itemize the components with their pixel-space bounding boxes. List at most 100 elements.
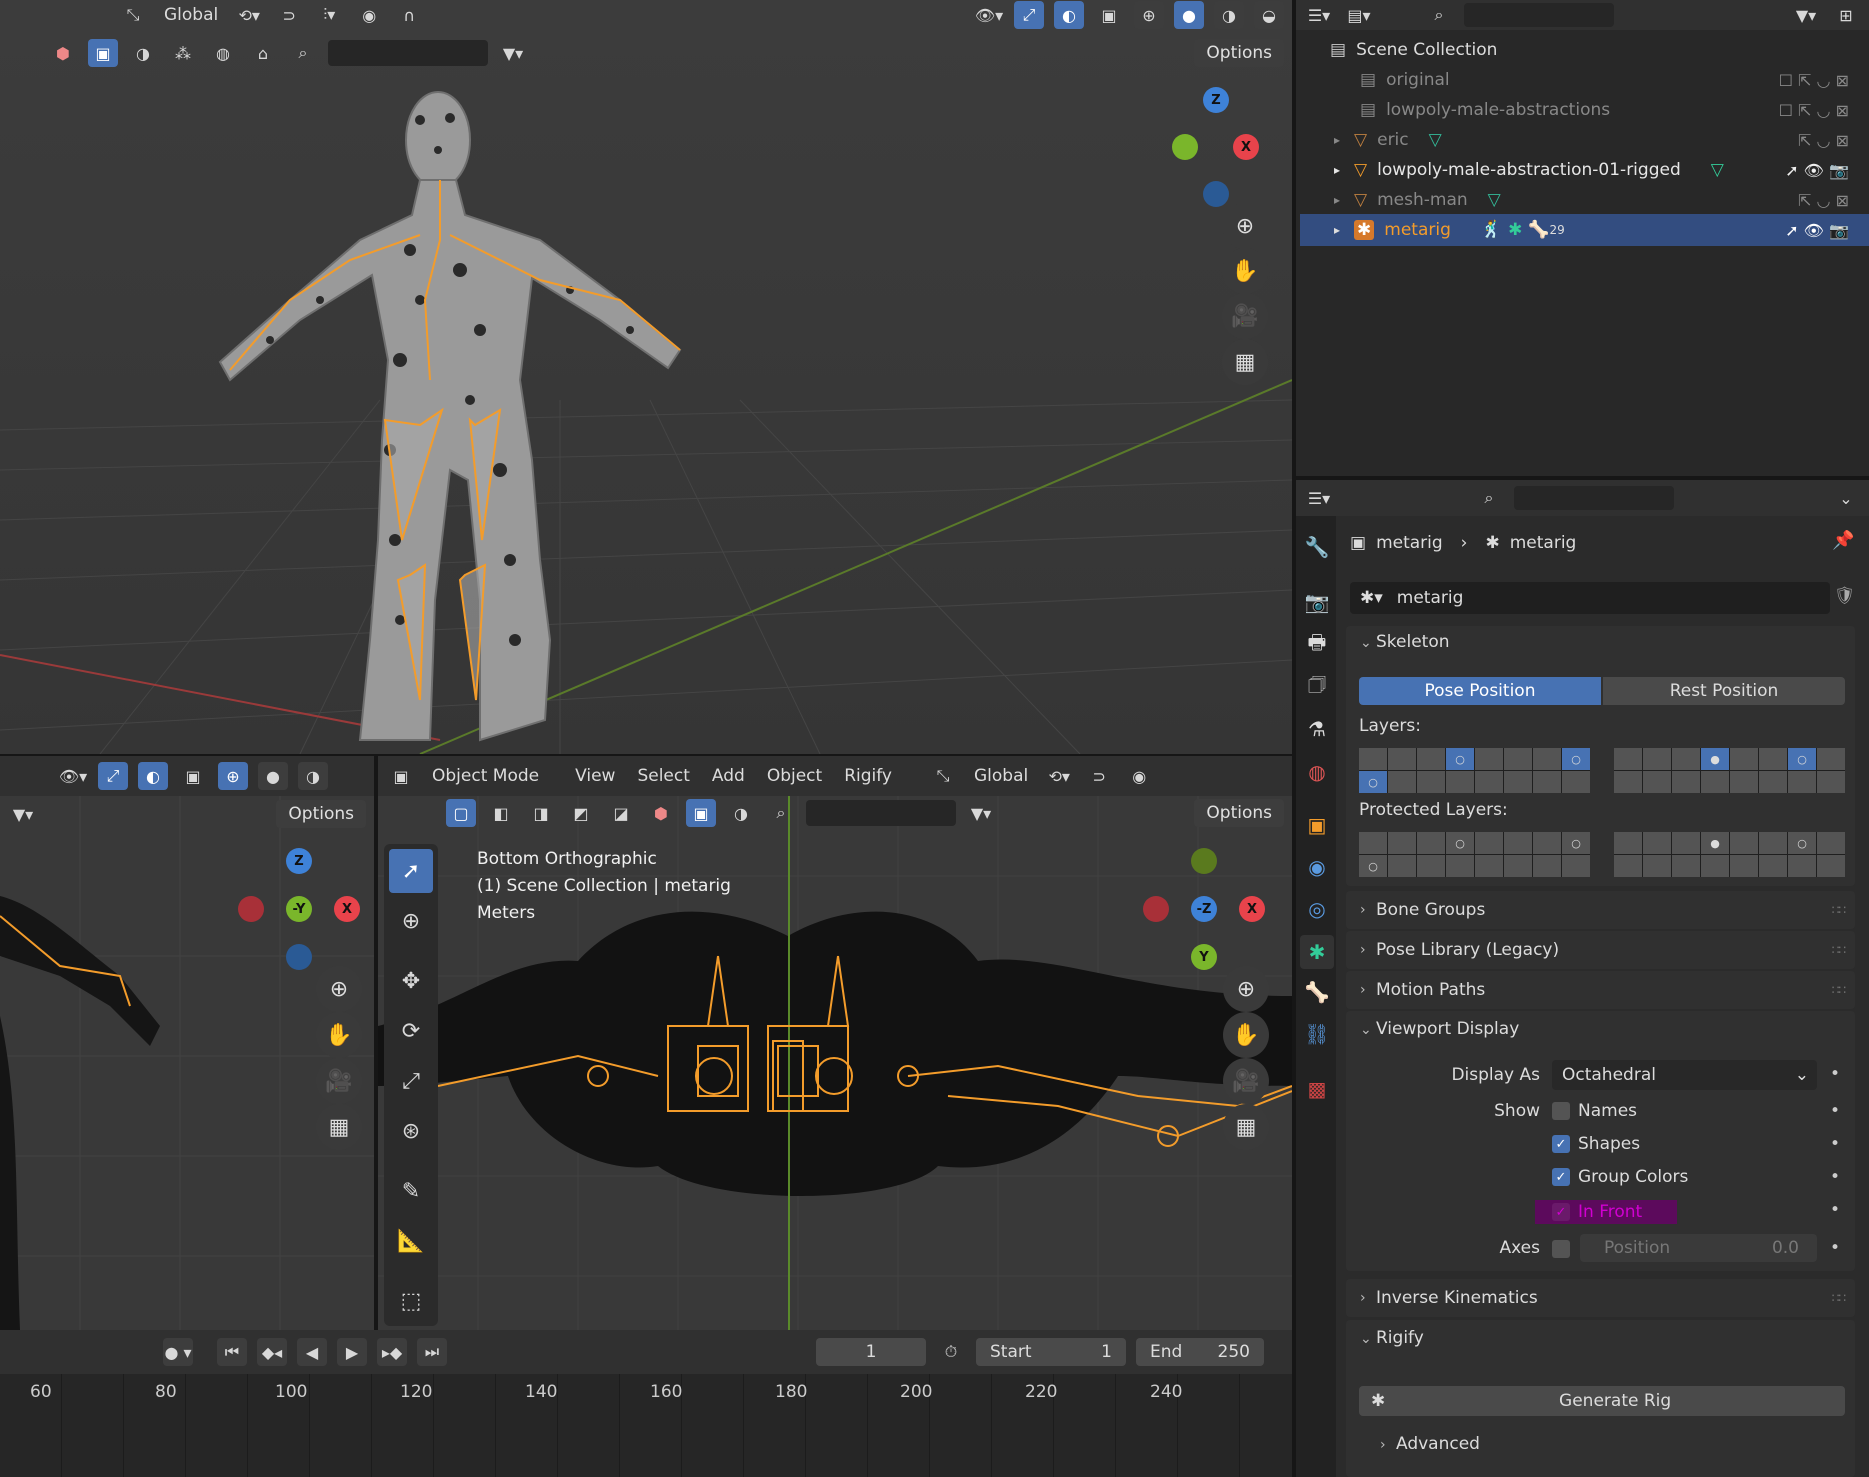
names-checkbox[interactable]: Names [1552, 1101, 1637, 1121]
editor-type-icon[interactable]: ⬢ [48, 39, 78, 67]
outliner-filter-icon[interactable]: ▼▾ [1791, 1, 1821, 29]
shading-material-icon[interactable]: ◑ [1214, 1, 1244, 29]
axes-checkbox[interactable] [1552, 1240, 1570, 1258]
left-filter-icon[interactable]: ▼▾ [8, 800, 38, 828]
move-tool-icon[interactable]: ✥ [389, 959, 433, 1003]
search-input[interactable] [328, 40, 488, 66]
left-options-dropdown[interactable]: Options [276, 800, 366, 828]
axis-y-ball[interactable] [1172, 134, 1198, 160]
bottom-pivot-icon[interactable]: ⟲▾ [1044, 762, 1074, 790]
viewport-display-header[interactable]: ⌄ Viewport Display [1360, 1019, 1519, 1039]
bone-tab-icon[interactable]: 🦴 [1300, 975, 1334, 1009]
rigify-header[interactable]: ⌄ Rigify [1360, 1328, 1424, 1348]
keyframe-dot-icon[interactable]: • [1830, 1134, 1840, 1154]
group-colors-checkbox[interactable]: ✓ Group Colors [1552, 1167, 1688, 1187]
world-icon[interactable]: ◍ [208, 39, 238, 67]
measure-tool-icon[interactable]: 📐 [389, 1219, 433, 1263]
left-zoom-icon[interactable]: ⊕ [316, 966, 362, 1012]
bottom-axis-neg-z[interactable]: -Z [1191, 896, 1217, 922]
row-toggles[interactable]: ⇱ ◡ ⊠ [1798, 131, 1849, 150]
left-overlay-icon[interactable]: ◐ [138, 762, 168, 790]
left-axis-z[interactable]: Z [286, 848, 312, 874]
gizmo-toggle-icon[interactable]: ⤢ [1014, 1, 1044, 29]
rest-position-button[interactable]: Rest Position [1603, 677, 1845, 705]
bottom-select-box-icon[interactable]: ▣ [686, 799, 716, 827]
stopwatch-icon[interactable]: ⏱ [936, 1338, 966, 1366]
layers-grid-left[interactable]: ○ ○ ○ [1359, 748, 1590, 793]
search-icon[interactable]: ⌕ [288, 39, 318, 67]
select-mode-set-icon[interactable]: ▢ [446, 799, 476, 827]
outliner-row-eric[interactable]: ▸ ▽ eric ▽ ⇱ ◡ ⊠ [1300, 125, 1869, 155]
pin-icon[interactable]: 📌 [1832, 530, 1854, 551]
shapes-checkbox[interactable]: ✓ Shapes [1552, 1134, 1640, 1154]
row-toggles[interactable]: ➚ 👁 📷 [1785, 221, 1849, 240]
outliner-search-icon[interactable]: ⌕ [1424, 1, 1454, 29]
left-shading-wire-icon[interactable]: ⊕ [218, 762, 248, 790]
texture-tab-icon[interactable]: ▩ [1300, 1072, 1334, 1106]
check-icon[interactable]: ✓ [1552, 1135, 1570, 1153]
bottom-search-input[interactable] [806, 800, 956, 826]
shading-rendered-icon[interactable]: ◒ [1254, 1, 1284, 29]
xray-icon[interactable]: ▣ [1094, 1, 1124, 29]
left-xray-icon[interactable]: ▣ [178, 762, 208, 790]
select-tool-icon[interactable]: ➚ [389, 849, 433, 893]
check-icon[interactable]: ✓ [1552, 1203, 1570, 1221]
jump-end-icon[interactable]: ⏭ [417, 1338, 447, 1366]
generate-rig-button[interactable]: ✱ Generate Rig [1359, 1386, 1845, 1416]
select-mode-invert-icon[interactable]: ◩ [566, 799, 596, 827]
outliner-row-lowpoly-abstractions[interactable]: ▤ lowpoly-male-abstractions ☐ ⇱ ◡ ⊠ [1300, 95, 1869, 125]
datablock-selector[interactable]: ✱▾ metarig [1350, 582, 1830, 614]
inverse-kinematics-panel[interactable]: › Inverse Kinematics ∷∷ [1346, 1279, 1855, 1317]
pan-hand-icon[interactable]: ✋ [1222, 248, 1268, 294]
properties-dropdown-icon[interactable]: ⌄ [1831, 484, 1861, 512]
check-icon[interactable]: ✓ [1552, 1168, 1570, 1186]
scene-collection-row[interactable]: ▤ Scene Collection [1300, 35, 1869, 65]
shading-solid-icon[interactable]: ● [1174, 1, 1204, 29]
scale-tool-icon[interactable]: ⤢ [389, 1059, 433, 1103]
outliner-row-original[interactable]: ▤ original ☐ ⇱ ◡ ⊠ [1300, 65, 1869, 95]
display-as-dropdown[interactable]: Octahedral ⌄ [1552, 1060, 1817, 1090]
pivot-icon[interactable]: ⟲▾ [234, 1, 264, 29]
menu-view[interactable]: View [569, 766, 621, 786]
bone-constraint-tab-icon[interactable]: ⛓ [1300, 1017, 1334, 1051]
modifier-tab-icon[interactable]: ◉ [1300, 850, 1334, 884]
axis-x-ball[interactable]: X [1233, 134, 1259, 160]
texture-icon[interactable]: ⁂ [168, 39, 198, 67]
scene-tab-icon[interactable]: ⚗ [1300, 712, 1334, 746]
record-icon[interactable]: ● ▾ [163, 1338, 193, 1366]
row-toggles[interactable]: ➚ 👁 📷 [1785, 161, 1849, 180]
camera-icon[interactable]: 🎥 [1222, 293, 1268, 339]
outliner-editor-icon[interactable]: ☰▾ [1304, 1, 1334, 29]
play-icon[interactable]: ▶ [337, 1338, 367, 1366]
add-cube-tool-icon[interactable]: ⬚ [389, 1279, 433, 1323]
left-grid-icon[interactable]: ▦ [316, 1104, 362, 1150]
left-gizmo-icon[interactable]: ⤢ [98, 762, 128, 790]
bone-groups-panel[interactable]: › Bone Groups ∷∷ [1346, 891, 1855, 929]
keyframe-dot-icon[interactable]: • [1830, 1101, 1840, 1121]
pose-library-panel[interactable]: › Pose Library (Legacy) ∷∷ [1346, 931, 1855, 969]
select-box-icon[interactable]: ▣ [88, 39, 118, 67]
outliner-search-input[interactable] [1464, 3, 1614, 27]
left-shading-solid-icon[interactable]: ● [258, 762, 288, 790]
transform-tool-icon[interactable]: ⊛ [389, 1109, 433, 1153]
brush-icon[interactable]: ⌂ [248, 39, 278, 67]
tool-tab-icon[interactable]: 🔧 [1300, 530, 1334, 564]
transform-orientation-icon[interactable]: ⤡ [118, 1, 148, 29]
row-toggles[interactable]: ☐ ⇱ ◡ ⊠ [1779, 101, 1849, 120]
properties-search-input[interactable] [1514, 486, 1674, 510]
armature-data-tab-icon[interactable]: ✱ [1300, 935, 1334, 969]
axis-z-ball[interactable]: Z [1203, 87, 1229, 113]
menu-select[interactable]: Select [631, 766, 695, 786]
left-camera-icon[interactable]: 🎥 [316, 1058, 362, 1104]
physics-tab-icon[interactable]: ◎ [1300, 892, 1334, 926]
proportional-edit-icon[interactable]: ◉ [354, 1, 384, 29]
bottom-filter-icon[interactable]: ▼▾ [966, 799, 996, 827]
keyframe-dot-icon[interactable]: • [1830, 1167, 1840, 1187]
outliner-row-rigged[interactable]: ▸ ▽ lowpoly-male-abstraction-01-rigged ▽… [1300, 155, 1869, 185]
object-mode-dropdown[interactable]: Object Mode [426, 766, 545, 786]
row-toggles[interactable]: ☐ ⇱ ◡ ⊠ [1779, 71, 1849, 90]
perspective-grid-icon[interactable]: ▦ [1222, 339, 1268, 385]
end-field[interactable]: End 250 [1136, 1338, 1264, 1366]
jump-start-icon[interactable]: ⏮ [217, 1338, 247, 1366]
skeleton-header[interactable]: ⌄ Skeleton [1360, 632, 1450, 652]
